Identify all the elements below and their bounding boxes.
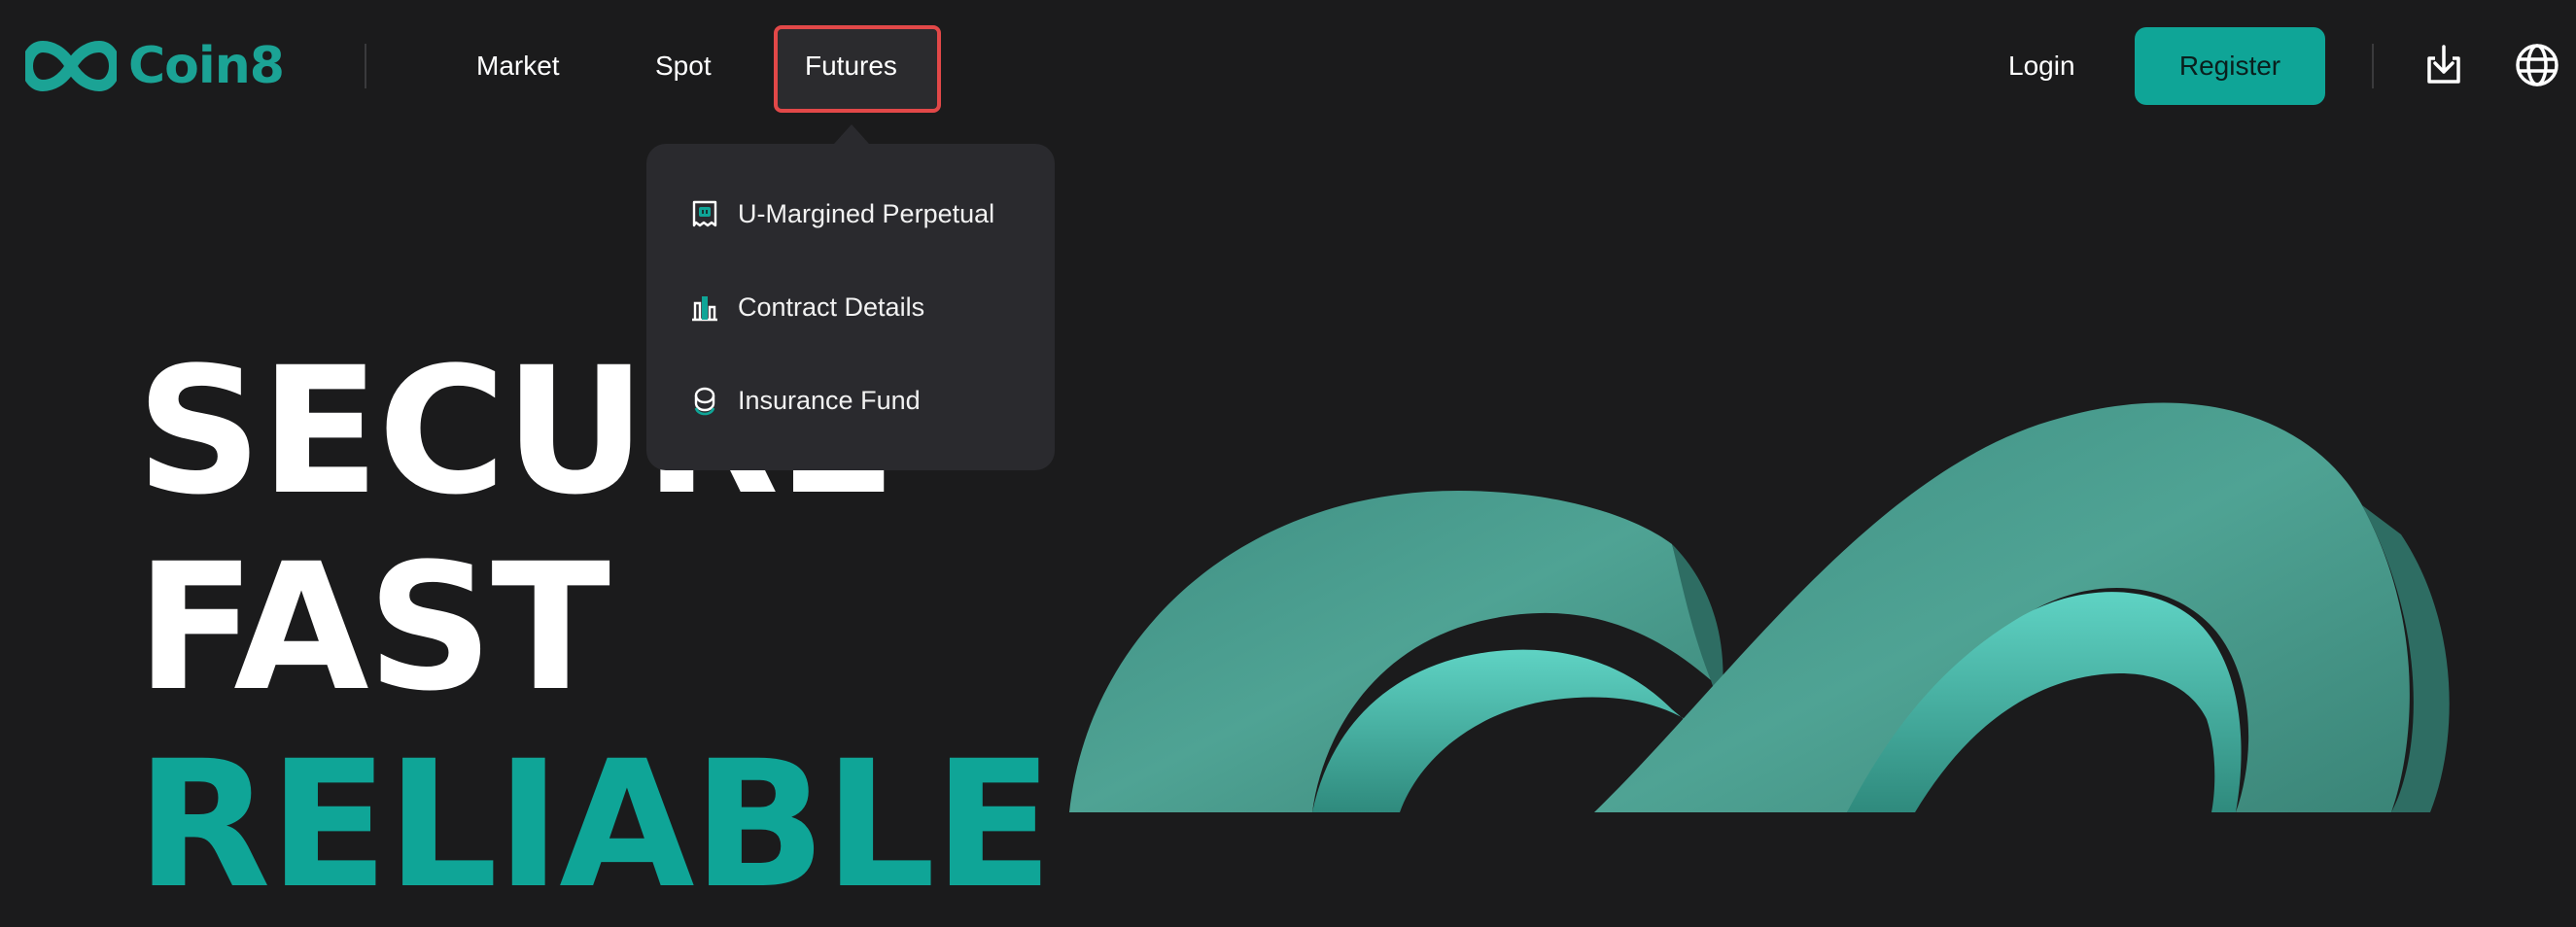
hero-line-reliable: RELIABLE (136, 724, 1053, 927)
brand-logo[interactable]: Coin8 (25, 37, 285, 95)
header-divider (2372, 44, 2374, 88)
nav-futures[interactable]: Futures (805, 37, 897, 95)
infinity-logo-illustration (1069, 402, 2450, 812)
dropdown-pointer (834, 124, 869, 144)
infinity-logo-icon (25, 41, 117, 91)
bar-chart-icon (692, 296, 717, 322)
nav-spot[interactable]: Spot (655, 37, 712, 95)
menu-item-u-margined-perpetual[interactable]: U-Margined Perpetual (689, 185, 994, 243)
coin-stack-icon (694, 387, 715, 416)
top-navigation-bar: Coin8 Market Spot Futures Login Register (0, 0, 2576, 130)
menu-item-insurance-fund[interactable]: Insurance Fund (689, 371, 921, 429)
globe-icon[interactable] (2513, 41, 2561, 89)
nav-market[interactable]: Market (476, 37, 560, 95)
menu-item-label: U-Margined Perpetual (738, 198, 995, 228)
header-divider (365, 44, 366, 88)
hero-line-fast: FAST (136, 527, 610, 730)
menu-item-label: Contract Details (738, 292, 925, 322)
download-icon[interactable] (2419, 41, 2468, 89)
register-button[interactable]: Register (2135, 27, 2325, 105)
menu-item-contract-details[interactable]: Contract Details (689, 278, 924, 336)
login-link[interactable]: Login (2008, 37, 2075, 95)
brand-name: Coin8 (128, 37, 285, 95)
ticket-icon (692, 200, 717, 227)
menu-item-label: Insurance Fund (738, 385, 921, 415)
futures-dropdown-menu: U-Margined Perpetual Contract Details In… (646, 144, 1055, 470)
